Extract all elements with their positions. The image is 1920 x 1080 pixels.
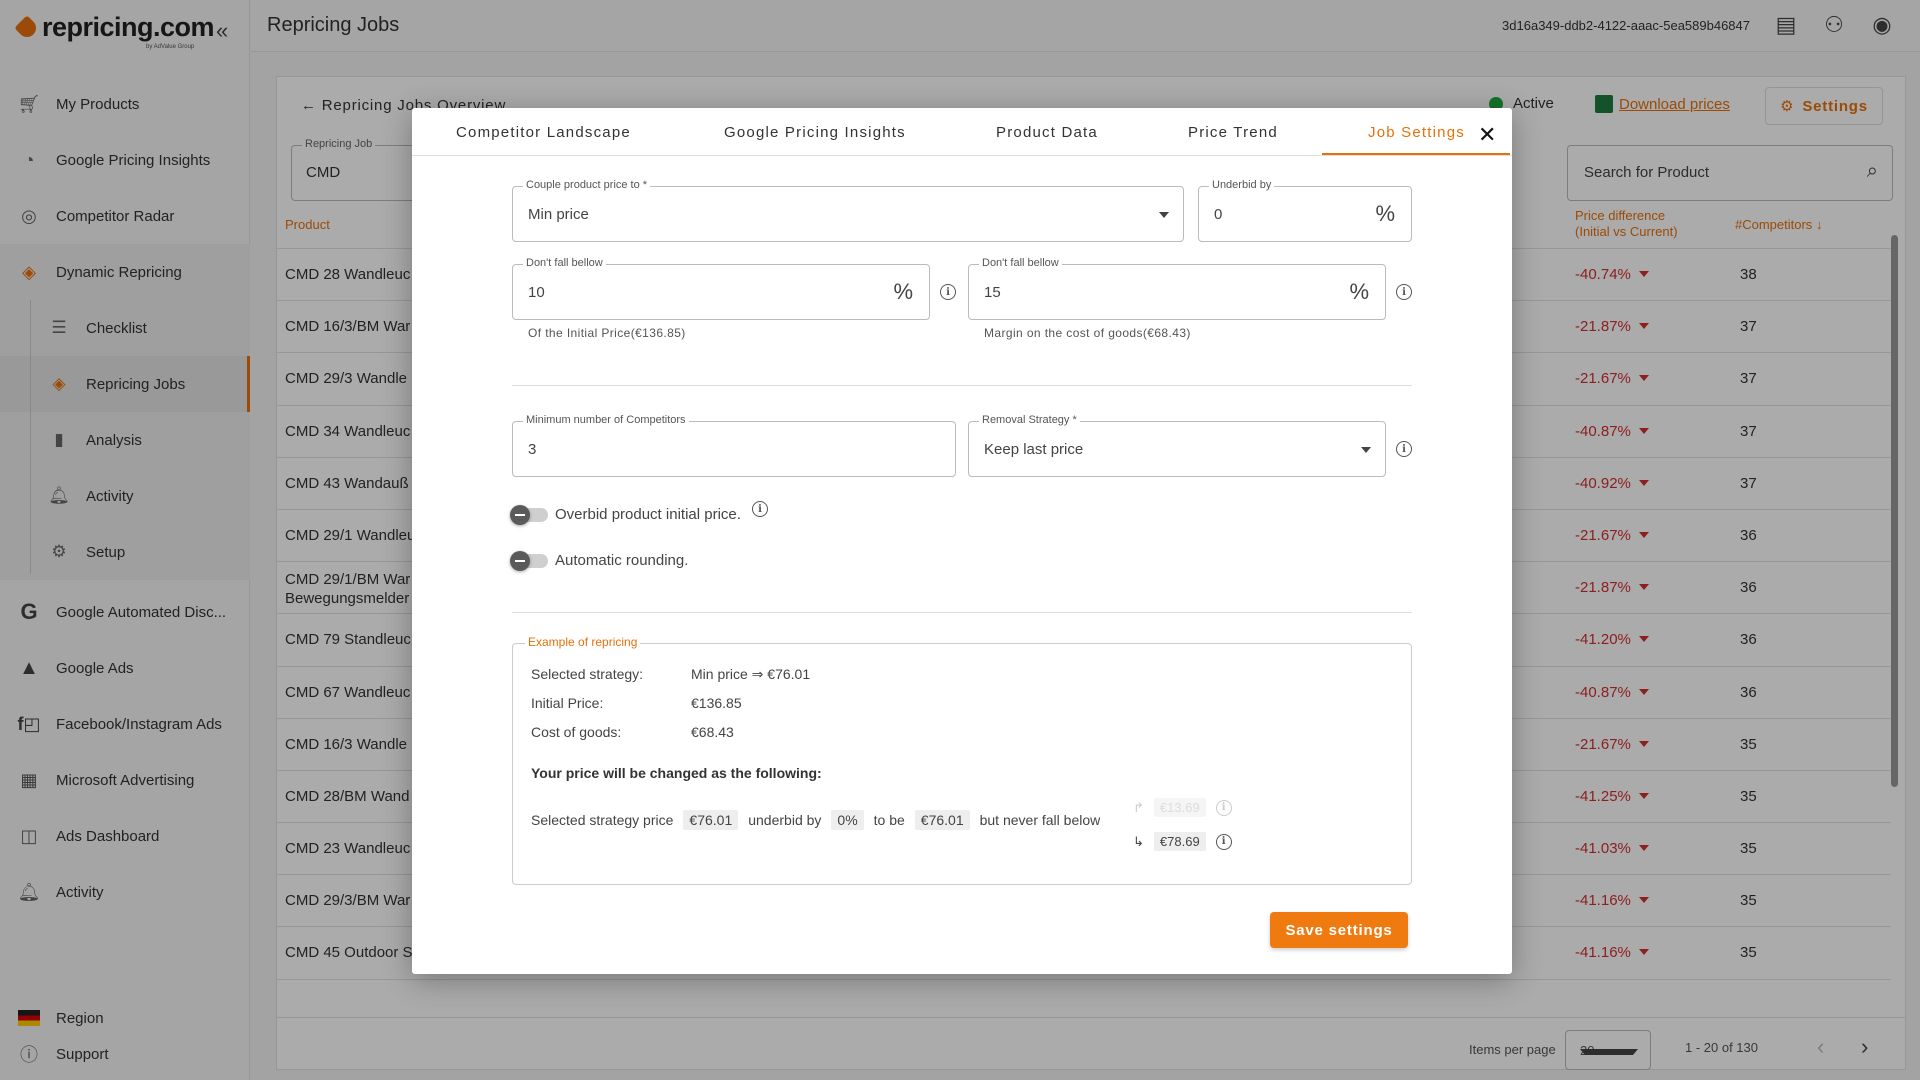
info-icon[interactable]: i — [1215, 799, 1232, 816]
chevron-down-icon — [1159, 212, 1169, 218]
tab-google-pricing-insights[interactable]: Google Pricing Insights — [724, 124, 906, 141]
percent-icon: % — [1349, 279, 1369, 304]
tab-product-data[interactable]: Product Data — [996, 124, 1098, 141]
rounding-toggle-label: Automatic rounding. — [555, 552, 689, 569]
info-icon[interactable]: i — [752, 501, 768, 517]
faded-floor-option: ↱ €13.69 i — [1133, 798, 1232, 817]
dont-fall-below-margin-input[interactable]: Don't fall bellow 15 % — [968, 257, 1386, 320]
chevron-down-icon — [1361, 447, 1371, 453]
overbid-initial-price-toggle[interactable] — [510, 505, 548, 525]
automatic-rounding-toggle[interactable] — [510, 551, 548, 571]
repricing-formula: Selected strategy price €76.01 underbid … — [531, 810, 1101, 830]
info-icon[interactable]: i — [1396, 284, 1412, 300]
section-divider — [512, 385, 1412, 386]
margin-helper: Margin on the cost of goods(€68.43) — [984, 326, 1191, 340]
removal-strategy-select[interactable]: Removal Strategy * Keep last price — [968, 414, 1386, 477]
tab-job-settings[interactable]: Job Settings — [1368, 124, 1465, 141]
active-floor-option: ↳ €78.69 i — [1133, 832, 1232, 851]
couple-price-select[interactable]: Couple product price to * Min price — [512, 179, 1184, 242]
overbid-toggle-label: Overbid product initial price. — [555, 506, 741, 523]
branch-arrow-icon: ↱ — [1133, 799, 1144, 815]
initial-price-helper: Of the Initial Price(€136.85) — [528, 326, 686, 340]
toggle-knob — [510, 505, 530, 525]
info-icon[interactable]: i — [1215, 833, 1232, 850]
toggle-knob — [510, 551, 530, 571]
info-icon[interactable]: i — [1396, 441, 1412, 457]
underbid-input[interactable]: Underbid by 0 % — [1198, 179, 1412, 242]
info-icon[interactable]: i — [940, 284, 956, 300]
close-icon[interactable]: ✕ — [1478, 122, 1496, 148]
modal-tabs: Competitor Landscape Google Pricing Insi… — [412, 108, 1512, 156]
tab-price-trend[interactable]: Price Trend — [1188, 124, 1278, 141]
product-modal: Competitor Landscape Google Pricing Insi… — [412, 108, 1512, 974]
percent-icon: % — [1375, 201, 1395, 226]
min-competitors-input[interactable]: Minimum number of Competitors 3 — [512, 414, 956, 477]
section-divider — [512, 612, 1412, 613]
percent-icon: % — [893, 279, 913, 304]
branch-arrow-icon: ↳ — [1133, 833, 1144, 849]
dont-fall-below-initial-input[interactable]: Don't fall bellow 10 % — [512, 257, 930, 320]
active-tab-indicator — [1322, 153, 1510, 155]
save-settings-button[interactable]: Save settings — [1270, 912, 1408, 948]
repricing-example: Example of repricing Selected strategy: … — [512, 635, 1412, 885]
tab-competitor-landscape[interactable]: Competitor Landscape — [456, 124, 631, 141]
